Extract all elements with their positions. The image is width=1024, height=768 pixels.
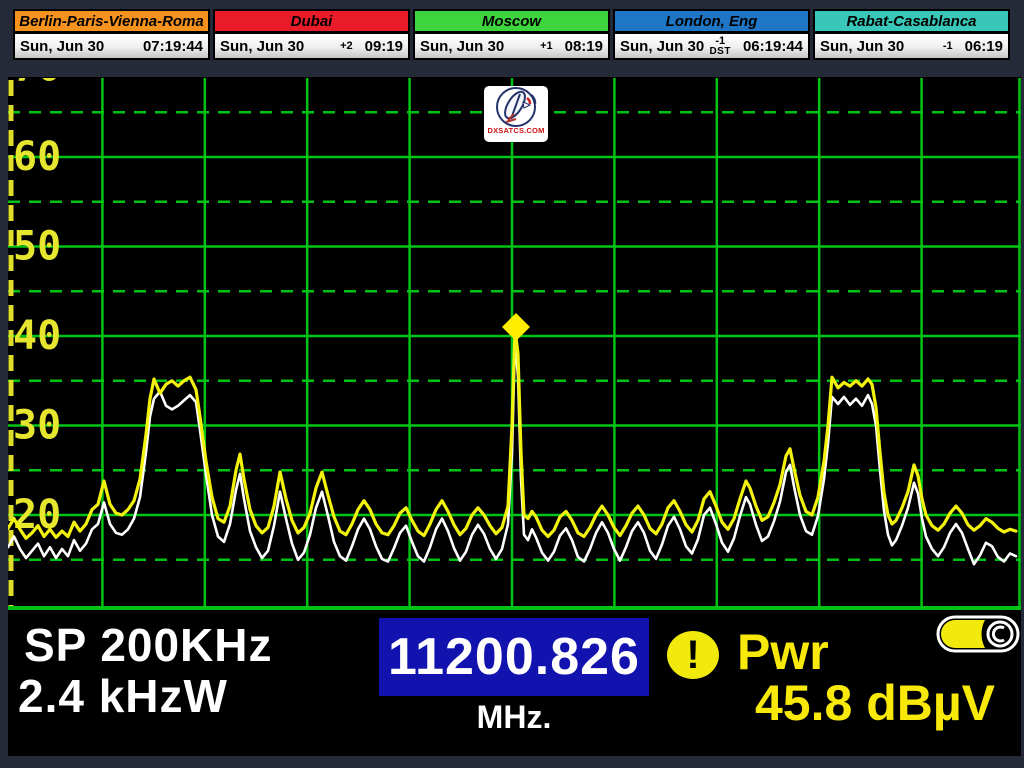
y-axis-tick-label: 30 — [13, 403, 61, 449]
clock-utc-offset: -1DST — [709, 36, 731, 57]
clock-utc-offset: +1 — [540, 41, 553, 52]
clock-time: 08:19 — [565, 38, 603, 55]
clock-city-label: London, Eng — [613, 9, 810, 33]
clock-cell: Rabat-Casablanca Sun, Jun 30 -1 06:19 — [813, 9, 1010, 65]
clock-date: Sun, Jun 30 — [220, 38, 304, 55]
frequency-unit: MHz. — [379, 699, 649, 736]
bandwidth-readout: 2.4 kHzW — [18, 669, 228, 723]
clock-date: Sun, Jun 30 — [420, 38, 504, 55]
clock-time-row: Sun, Jun 30 07:19:44 — [13, 33, 210, 60]
clock-city-label: Rabat-Casablanca — [813, 9, 1010, 33]
world-clock-bar: Berlin-Paris-Vienna-Roma Sun, Jun 30 07:19… — [13, 9, 1010, 65]
clock-time: 06:19 — [965, 38, 1003, 55]
clock-cell: Moscow Sun, Jun 30 +1 08:19 — [413, 9, 610, 65]
dxsatcs-logo: DXSATCS.COM — [484, 86, 548, 142]
clock-time: 06:19:44 — [743, 38, 803, 55]
clock-time-row: Sun, Jun 30 -1DST 06:19:44 — [613, 33, 810, 60]
frequency-value: 11200.826 — [388, 627, 640, 687]
logo-text: DXSATCS.COM — [487, 126, 544, 135]
satmeter-frame: Berlin-Paris-Vienna-Roma Sun, Jun 30 07:19… — [0, 0, 1024, 768]
spectrum-chart[interactable]: 203040506070 — [8, 78, 1021, 611]
clock-date: Sun, Jun 30 — [20, 38, 104, 55]
clock-city-label: Moscow — [413, 9, 610, 33]
clock-city-label: Dubai — [213, 9, 410, 33]
clock-time: 09:19 — [365, 38, 403, 55]
clock-date: Sun, Jun 30 — [820, 38, 904, 55]
y-axis-tick-label: 60 — [13, 134, 61, 180]
power-value: 45.8 dBµV — [755, 674, 995, 732]
power-label: Pwr — [737, 623, 829, 681]
clock-utc-offset: -1 — [943, 41, 953, 52]
clock-utc-offset: +2 — [340, 41, 353, 52]
clock-cell: Dubai Sun, Jun 30 +2 09:19 — [213, 9, 410, 65]
alert-icon: ! — [667, 631, 719, 679]
clock-date: Sun, Jun 30 — [620, 38, 704, 55]
analyzer-screen: 203040506070 DXSATCS.COM SP 200KHz 2.4 k… — [8, 77, 1021, 756]
clock-time-row: Sun, Jun 30 +2 09:19 — [213, 33, 410, 60]
clock-cell: London, Eng Sun, Jun 30 -1DST 06:19:44 — [613, 9, 810, 65]
clock-time-row: Sun, Jun 30 -1 06:19 — [813, 33, 1010, 60]
clock-city-label: Berlin-Paris-Vienna-Roma — [13, 9, 210, 33]
y-axis-tick-label: 50 — [13, 224, 61, 270]
y-axis-tick-label: 40 — [13, 313, 61, 359]
clock-cell: Berlin-Paris-Vienna-Roma Sun, Jun 30 07:19… — [13, 9, 210, 65]
clock-time: 07:19:44 — [143, 38, 203, 55]
satellite-dish-icon — [490, 86, 542, 128]
clock-time-row: Sun, Jun 30 +1 08:19 — [413, 33, 610, 60]
frequency-display[interactable]: 11200.826 — [379, 618, 649, 696]
battery-indicator — [936, 615, 1020, 653]
y-axis-tick-label: 70 — [13, 78, 61, 91]
span-readout: SP 200KHz — [24, 618, 273, 672]
